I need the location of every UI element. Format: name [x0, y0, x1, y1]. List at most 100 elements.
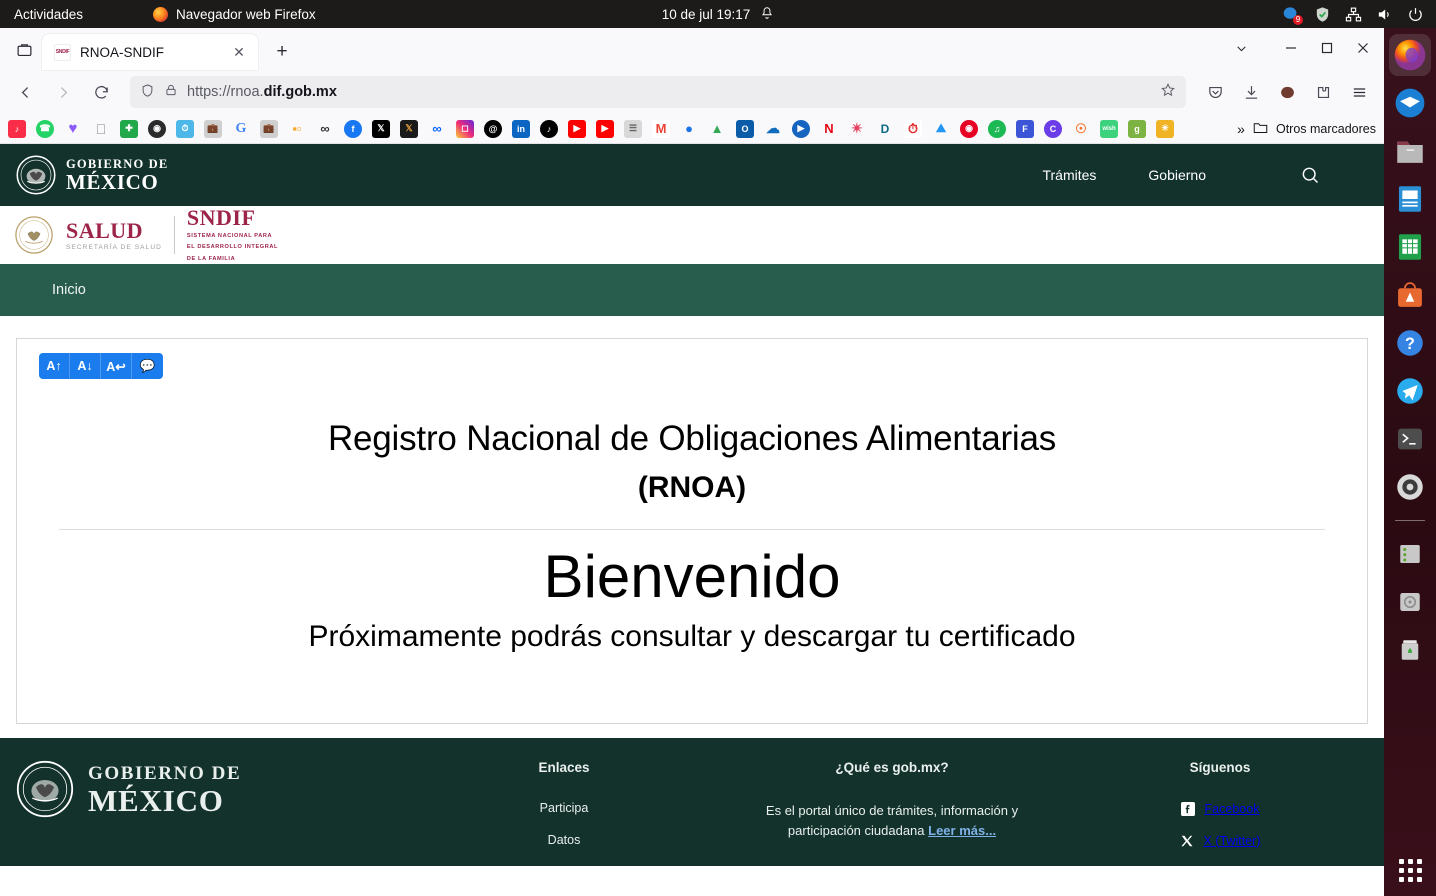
bookmark-bubble-icon[interactable]: ☉ — [1072, 120, 1090, 138]
dock-item-backups[interactable] — [1389, 581, 1431, 623]
bookmark-outlook-icon[interactable]: O — [736, 119, 754, 138]
power-icon[interactable] — [1407, 6, 1424, 23]
contrast-chat-button[interactable]: 💬 — [132, 353, 163, 379]
bookmark-linkedin-icon[interactable]: in — [512, 119, 530, 138]
bookmark-x-icon[interactable]: 𝕏 — [372, 119, 390, 138]
reload-button[interactable] — [84, 76, 118, 108]
bookmark-news-icon[interactable]: ☰ — [624, 119, 642, 138]
search-icon[interactable] — [1300, 165, 1320, 185]
bookmark-heart-icon[interactable]: ♥ — [64, 120, 82, 138]
bookmark-player-icon[interactable]: ▶ — [792, 119, 810, 138]
dock-item-files[interactable] — [1389, 130, 1431, 172]
bookmark-onedrive-icon[interactable]: ☁ — [764, 120, 782, 138]
clock-area[interactable]: 10 de jul 19:17 — [608, 6, 828, 23]
back-button[interactable] — [8, 76, 42, 108]
dock-item-disks[interactable] — [1389, 533, 1431, 575]
activities-button[interactable]: Actividades — [14, 7, 83, 22]
bookmark-speed-icon[interactable]: ⏱ — [176, 119, 194, 138]
chevron-down-icon[interactable] — [1224, 32, 1258, 64]
social-link-youtube[interactable]: Youtube — [1056, 865, 1384, 867]
url-bar[interactable]: https://rnoa.dif.gob.mx — [130, 76, 1186, 108]
bookmark-briefcase-icon[interactable]: 💼 — [204, 119, 222, 138]
site-nav-item-inicio[interactable]: Inicio — [52, 282, 86, 298]
lock-icon[interactable] — [164, 83, 178, 101]
account-icon[interactable] — [1270, 76, 1304, 108]
nav-item-gobierno[interactable]: Gobierno — [1148, 167, 1206, 183]
dock-item-thunderbird[interactable] — [1389, 82, 1431, 124]
sndif-logo[interactable]: SNDIF SISTEMA NACIONAL PARA EL DESARROLL… — [187, 206, 278, 263]
other-bookmarks-label[interactable]: Otros marcadores — [1276, 122, 1376, 136]
dock-item-telegram[interactable] — [1389, 370, 1431, 412]
dock-item-libreoffice-writer[interactable] — [1389, 178, 1431, 220]
volume-icon[interactable] — [1376, 6, 1393, 23]
bookmark-youtube-icon[interactable]: ▶ — [568, 119, 586, 138]
bookmark-facebook-icon[interactable]: f — [344, 119, 362, 138]
bookmark-whatsapp-icon[interactable]: ☎ — [36, 119, 54, 138]
bookmark-drive-icon[interactable]: ▲ — [708, 120, 726, 138]
new-tab-button[interactable]: + — [266, 36, 298, 68]
show-applications-icon[interactable] — [1398, 859, 1422, 882]
bookmark-moon-icon[interactable]: C — [1044, 119, 1062, 138]
shield-icon[interactable] — [140, 83, 155, 102]
footer-about-link[interactable]: Leer más... — [928, 823, 996, 838]
extensions-icon[interactable] — [1306, 76, 1340, 108]
bookmark-google-icon[interactable]: G — [232, 120, 250, 138]
close-button[interactable] — [1346, 32, 1380, 64]
reset-font-button[interactable]: A↩ — [101, 353, 132, 379]
bookmark-tiktok-icon[interactable]: ♪ — [540, 119, 558, 138]
maximize-button[interactable] — [1310, 32, 1344, 64]
footer-link-datos[interactable]: Datos — [400, 833, 728, 847]
footer-link-participa[interactable]: Participa — [400, 801, 728, 815]
bookmark-flipboard-icon[interactable]: F — [1016, 119, 1034, 138]
focused-app-indicator[interactable]: Navegador web Firefox — [153, 6, 316, 22]
bookmark-goodreads-icon[interactable]: g — [1128, 119, 1146, 138]
bookmark-tmobile-icon[interactable]: ✚ — [120, 119, 138, 138]
menu-icon[interactable] — [1342, 76, 1376, 108]
decrease-font-button[interactable]: A↓ — [70, 353, 101, 379]
bookmark-wish-icon[interactable]: wish — [1100, 119, 1118, 138]
gobierno-logo[interactable]: GOBIERNO DE MÉXICO — [16, 155, 168, 195]
bookmark-gmail-icon[interactable]: M — [652, 119, 670, 138]
bookmark-netflix-icon[interactable]: N — [820, 120, 838, 138]
salud-logo[interactable]: SALUD SECRETARÍA DE SALUD — [66, 219, 162, 251]
bookmark-spotify-icon[interactable]: ♫ — [988, 119, 1006, 138]
bookmark-instagram-icon[interactable]: ◻ — [456, 119, 474, 138]
dock-item-settings[interactable] — [1389, 466, 1431, 508]
bookmark-music-icon[interactable]: ♪ — [8, 119, 26, 138]
bookmark-disney-icon[interactable]: D — [876, 120, 894, 138]
bookmark-star-icon[interactable]: ✴ — [848, 120, 866, 138]
social-link-x[interactable]: X (Twitter) — [1056, 833, 1384, 848]
bookmark-meta-icon[interactable]: ∞ — [428, 120, 446, 138]
bookmark-youtube2-icon[interactable]: ▶ — [596, 119, 614, 138]
bookmark-record-icon[interactable]: ◉ — [960, 119, 978, 138]
bookmark-gold-icon[interactable]: ☀ — [1156, 119, 1174, 138]
dock-item-libreoffice-calc[interactable] — [1389, 226, 1431, 268]
forward-button[interactable] — [46, 76, 80, 108]
dock-item-terminal[interactable] — [1389, 418, 1431, 460]
dock-item-trash[interactable] — [1389, 629, 1431, 671]
shield-icon[interactable] — [1314, 6, 1331, 23]
dock-item-firefox[interactable] — [1389, 34, 1431, 76]
system-tray[interactable]: 9 — [1283, 6, 1424, 25]
bookmark-apple-icon[interactable]:  — [92, 120, 110, 138]
nav-item-tramites[interactable]: Trámites — [1042, 167, 1096, 183]
dock-item-help[interactable]: ? — [1389, 322, 1431, 364]
chevron-double-right-icon[interactable]: » — [1237, 121, 1245, 137]
download-icon[interactable] — [1234, 76, 1268, 108]
bookmark-infinity-icon[interactable]: ∞ — [316, 120, 334, 138]
bookmark-clock-icon[interactable]: ⏱ — [904, 119, 922, 138]
bookmark-disc-icon[interactable]: ◉ — [148, 119, 166, 138]
minimize-button[interactable] — [1274, 32, 1308, 64]
chat-bubble-icon[interactable]: 9 — [1283, 6, 1303, 25]
pocket-icon[interactable] — [1198, 76, 1232, 108]
network-icon[interactable] — [1345, 6, 1362, 23]
increase-font-button[interactable]: A↑ — [39, 353, 70, 379]
bookmark-star-icon[interactable] — [1160, 82, 1176, 102]
dock-item-app-center[interactable] — [1389, 274, 1431, 316]
list-all-tabs-icon[interactable] — [6, 33, 42, 67]
social-link-facebook[interactable]: Facebook — [1056, 801, 1384, 816]
browser-tab[interactable]: SNDIF RNOA-SNDIF ✕ — [42, 34, 258, 70]
bookmark-bridge-icon[interactable]: ⛰ — [932, 120, 950, 138]
bookmark-threads-icon[interactable]: @ — [484, 119, 502, 138]
close-icon[interactable]: ✕ — [229, 42, 249, 62]
